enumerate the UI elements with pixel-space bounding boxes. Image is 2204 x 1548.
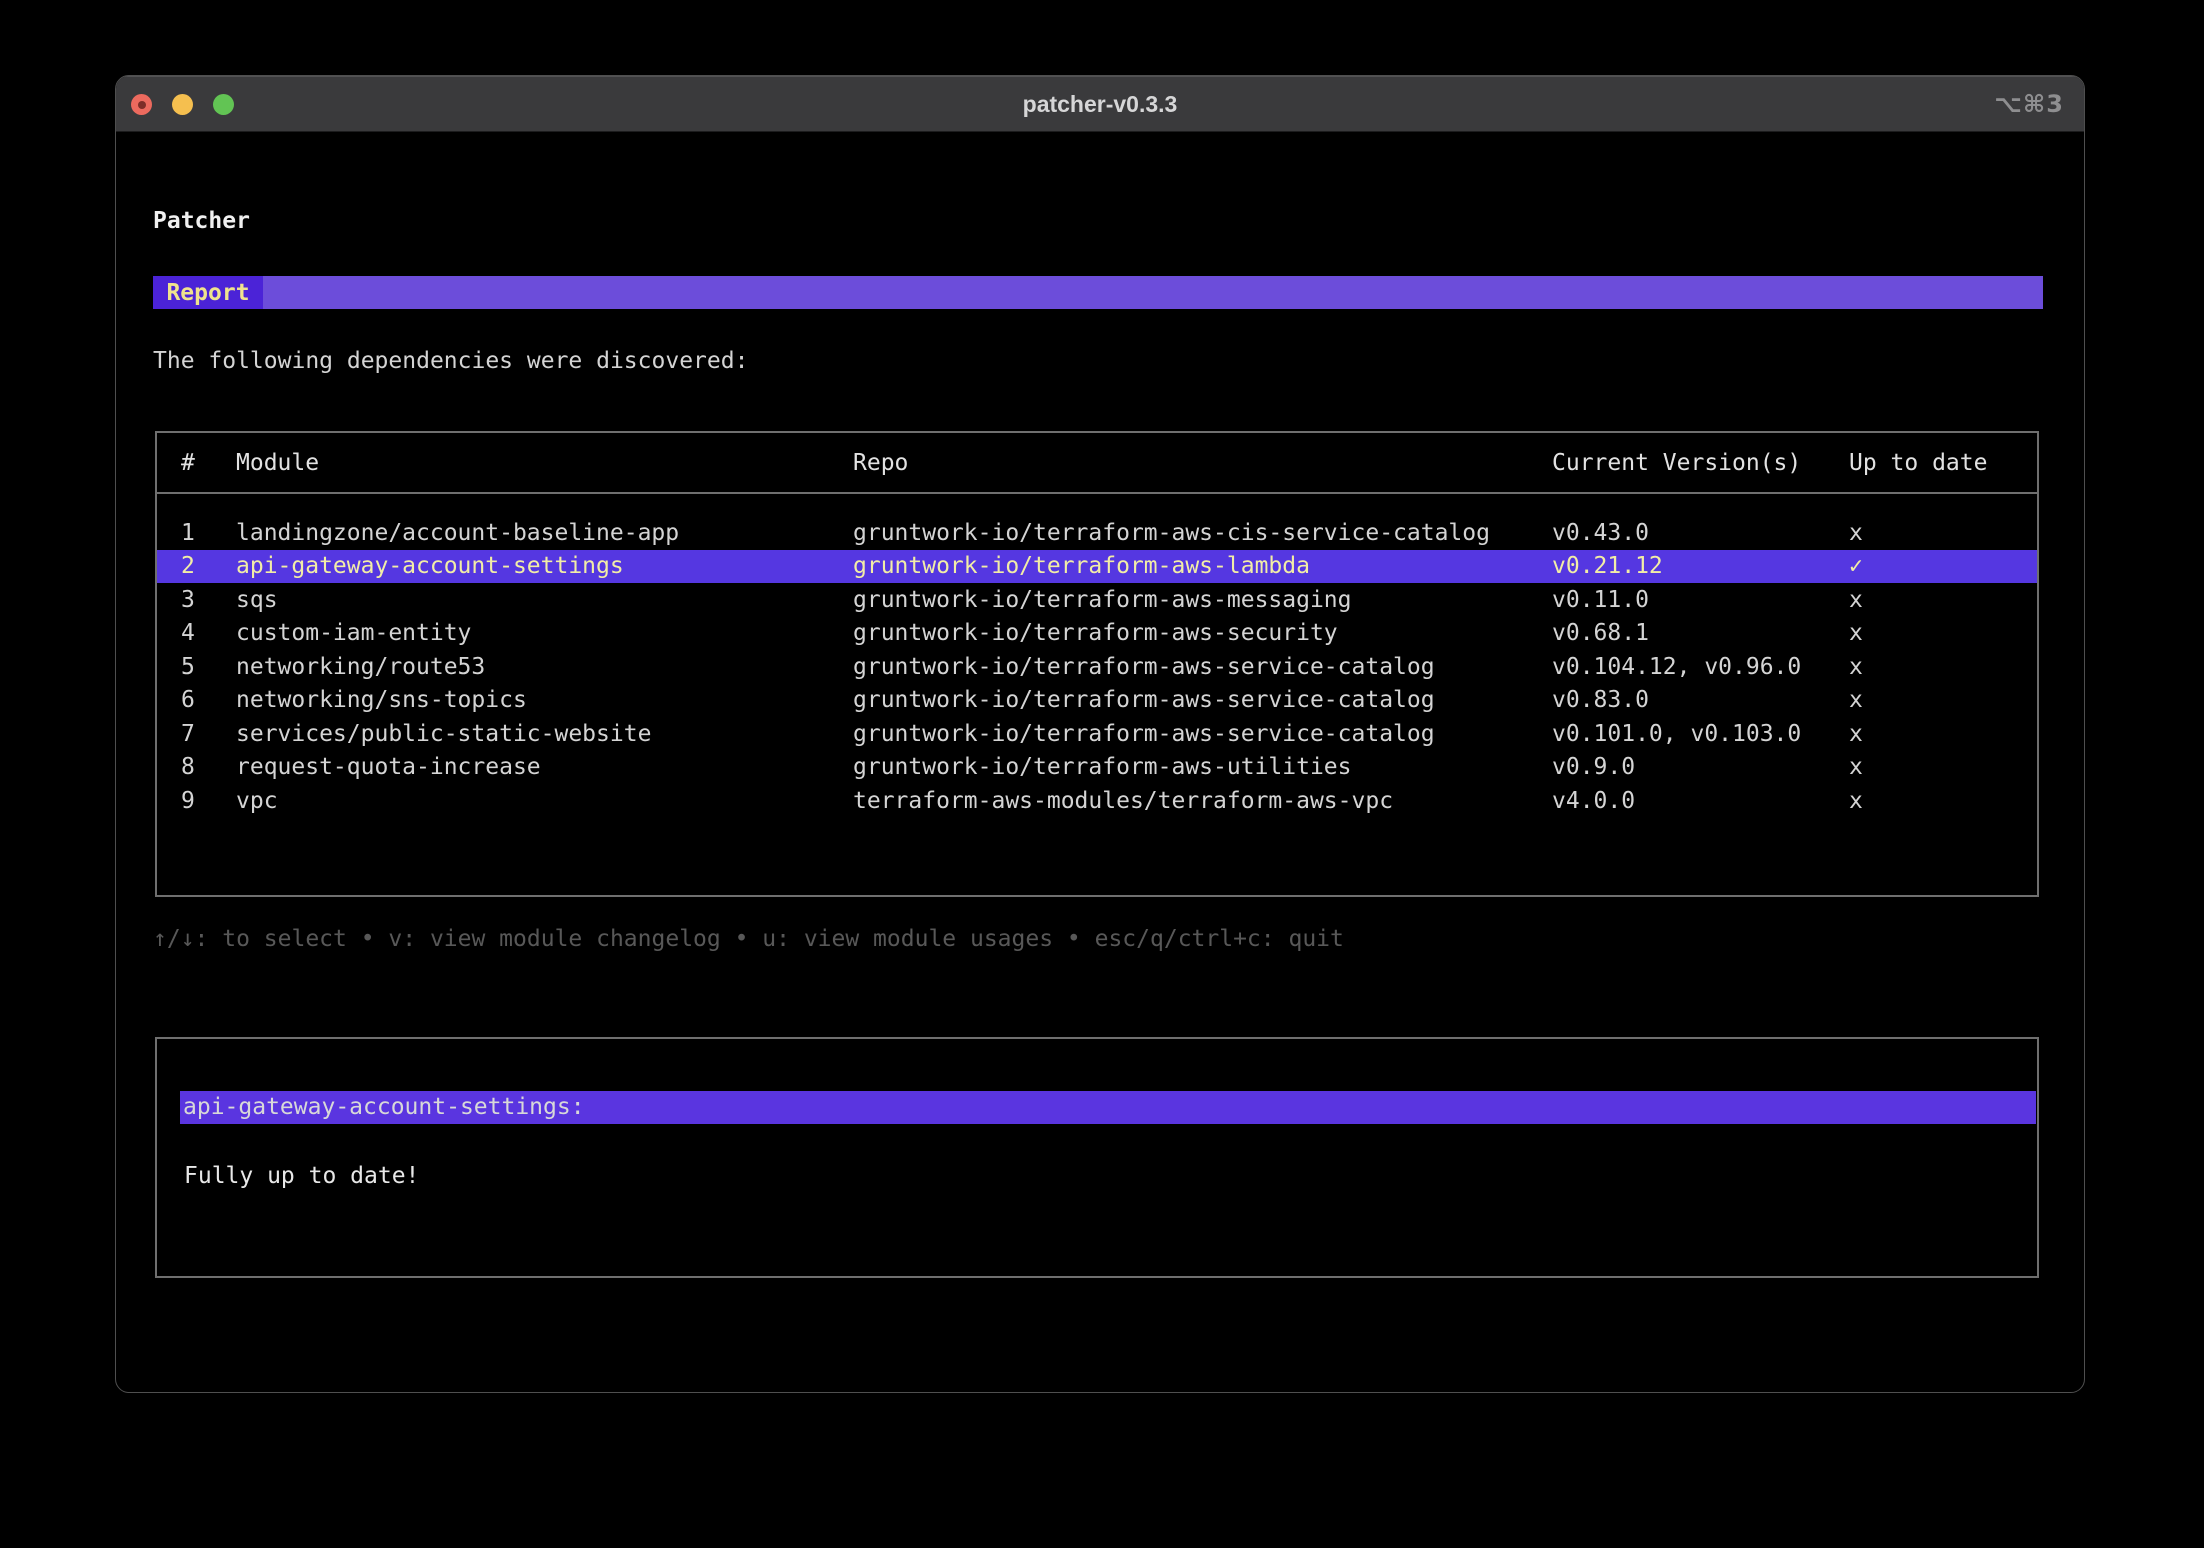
table-row[interactable]: 1 landingzone/account-baseline-app gruntwo… (157, 516, 2037, 550)
cell-up-to-date: x (1849, 787, 1863, 814)
cell-module: services/public-static-website (236, 720, 652, 747)
table-row-selected[interactable]: 2 api-gateway-account-settings gruntwork-i… (157, 549, 2037, 583)
cell-repo: gruntwork-io/terraform-aws-service-catal… (853, 653, 1435, 680)
module-detail-status: Fully up to date! (184, 1163, 420, 1189)
cell-versions: v0.9.0 (1552, 754, 1636, 781)
cell-num: 8 (181, 754, 195, 781)
cell-repo: gruntwork-io/terraform-aws-lambda (853, 553, 1310, 580)
terminal-content: Patcher Report The following dependencie… (116, 132, 2084, 1392)
cell-module: networking/sns-topics (236, 687, 527, 714)
table-row[interactable]: 4 custom-iam-entity gruntwork-io/terraform… (157, 617, 2037, 651)
header-versions: Current Version(s) (1552, 450, 1802, 476)
tab-report[interactable]: Report (153, 276, 263, 309)
cell-up-to-date: ✓ (1849, 553, 1863, 580)
window-titlebar: patcher-v0.3.3 ⌥⌘3 (116, 76, 2084, 132)
cell-module: request-quota-increase (236, 754, 541, 781)
table-row[interactable]: 6 networking/sns-topics gruntwork-io/terra… (157, 684, 2037, 718)
header-up-to-date: Up to date (1849, 450, 1988, 476)
cell-up-to-date: x (1849, 519, 1863, 546)
cell-num: 1 (181, 519, 195, 546)
cell-versions: v0.83.0 (1552, 687, 1649, 714)
cell-module: vpc (236, 787, 278, 814)
cell-versions: v4.0.0 (1552, 787, 1636, 814)
table-row[interactable]: 8 request-quota-increase gruntwork-io/terr… (157, 751, 2037, 785)
cell-versions: v0.43.0 (1552, 519, 1649, 546)
cell-repo: terraform-aws-modules/terraform-aws-vpc (853, 787, 1394, 814)
cell-module: custom-iam-entity (236, 620, 472, 647)
help-bar: ↑/↓: to select • v: view module changelo… (153, 926, 1344, 952)
cell-up-to-date: x (1849, 620, 1863, 647)
table-rows: 1 landingzone/account-baseline-app gruntwo… (157, 516, 2037, 818)
cell-num: 6 (181, 687, 195, 714)
cell-versions: v0.101.0, v0.103.0 (1552, 720, 1802, 747)
cell-repo: gruntwork-io/terraform-aws-service-catal… (853, 720, 1435, 747)
table-row[interactable]: 9 vpc terraform-aws-modules/terraform-aws-… (157, 784, 2037, 818)
table-row[interactable]: 3 sqs gruntwork-io/terraform-aws-messaging… (157, 583, 2037, 617)
cell-num: 2 (181, 553, 195, 580)
cell-up-to-date: x (1849, 586, 1863, 613)
cell-up-to-date: x (1849, 720, 1863, 747)
cell-versions: v0.21.12 (1552, 553, 1663, 580)
cell-versions: v0.104.12, v0.96.0 (1552, 653, 1802, 680)
cell-num: 4 (181, 620, 195, 647)
cell-num: 5 (181, 653, 195, 680)
module-detail-panel: api-gateway-account-settings: Fully up t… (155, 1037, 2039, 1278)
cell-repo: gruntwork-io/terraform-aws-utilities (853, 754, 1352, 781)
cell-versions: v0.68.1 (1552, 620, 1649, 647)
table-header: # Module Repo Current Version(s) Up to d… (157, 447, 2037, 479)
header-repo: Repo (853, 450, 909, 476)
cell-num: 3 (181, 586, 195, 613)
cell-up-to-date: x (1849, 754, 1863, 781)
cell-repo: gruntwork-io/terraform-aws-security (853, 620, 1338, 647)
cell-up-to-date: x (1849, 687, 1863, 714)
table-row[interactable]: 7 services/public-static-website gruntwork… (157, 717, 2037, 751)
cell-module: api-gateway-account-settings (236, 553, 624, 580)
cell-module: landingzone/account-baseline-app (236, 519, 680, 546)
window-shortcut-badge: ⌥⌘3 (1994, 90, 2064, 118)
cell-versions: v0.11.0 (1552, 586, 1649, 613)
intro-text: The following dependencies were discover… (153, 348, 749, 374)
cell-repo: gruntwork-io/terraform-aws-cis-service-c… (853, 519, 1490, 546)
cell-up-to-date: x (1849, 653, 1863, 680)
table-row[interactable]: 5 networking/route53 gruntwork-io/terrafor… (157, 650, 2037, 684)
dependencies-table: # Module Repo Current Version(s) Up to d… (155, 431, 2039, 897)
module-detail-title: api-gateway-account-settings: (180, 1091, 2036, 1124)
terminal-window: patcher-v0.3.3 ⌥⌘3 Patcher Report The fo… (115, 75, 2085, 1393)
cell-num: 7 (181, 720, 195, 747)
cell-module: networking/route53 (236, 653, 486, 680)
header-separator (157, 492, 2037, 494)
window-title: patcher-v0.3.3 (1022, 90, 1178, 117)
cell-num: 9 (181, 787, 195, 814)
header-module: Module (236, 450, 320, 476)
header-num: # (181, 450, 195, 476)
cell-repo: gruntwork-io/terraform-aws-service-catal… (853, 687, 1435, 714)
cell-module: sqs (236, 586, 278, 613)
cell-repo: gruntwork-io/terraform-aws-messaging (853, 586, 1352, 613)
report-tab-bar: Report (153, 276, 2043, 309)
app-heading: Patcher (153, 208, 250, 234)
